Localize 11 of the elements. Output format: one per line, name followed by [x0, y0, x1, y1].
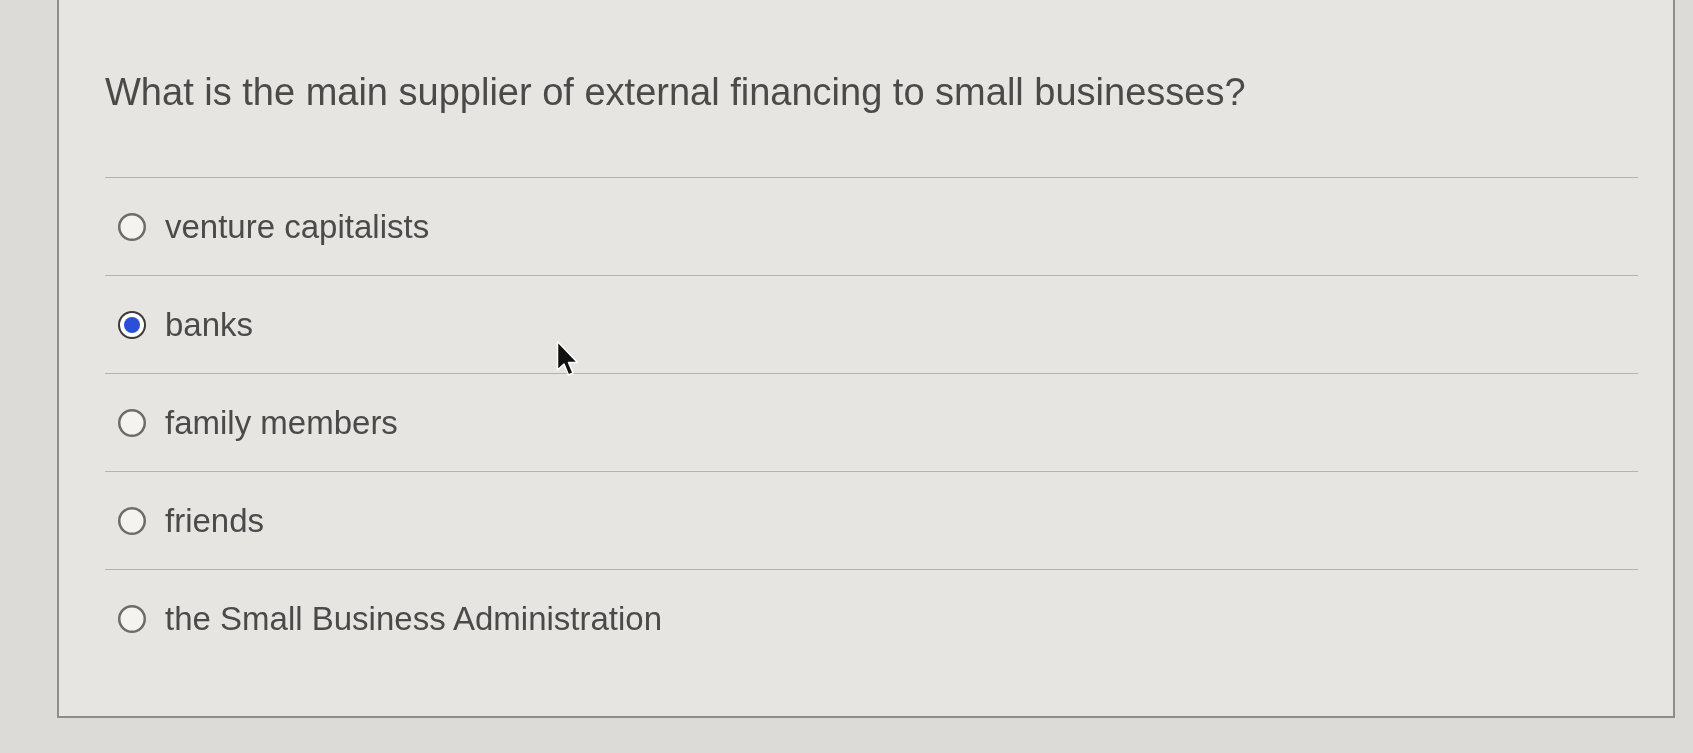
radio-button[interactable]: [118, 506, 146, 535]
option-label[interactable]: family members: [165, 402, 398, 443]
option-label[interactable]: friends: [165, 500, 265, 541]
radio-button[interactable]: [118, 212, 146, 241]
radio-button[interactable]: [118, 408, 146, 437]
option-label[interactable]: venture capitalists: [165, 206, 430, 247]
option-label[interactable]: banks: [165, 304, 254, 345]
question-text: What is the main supplier of external financing to small businesses?: [105, 70, 1247, 115]
radio-button[interactable]: [118, 604, 146, 633]
option-label[interactable]: the Small Business Administration: [165, 598, 663, 639]
radio-button[interactable]: [118, 310, 146, 339]
